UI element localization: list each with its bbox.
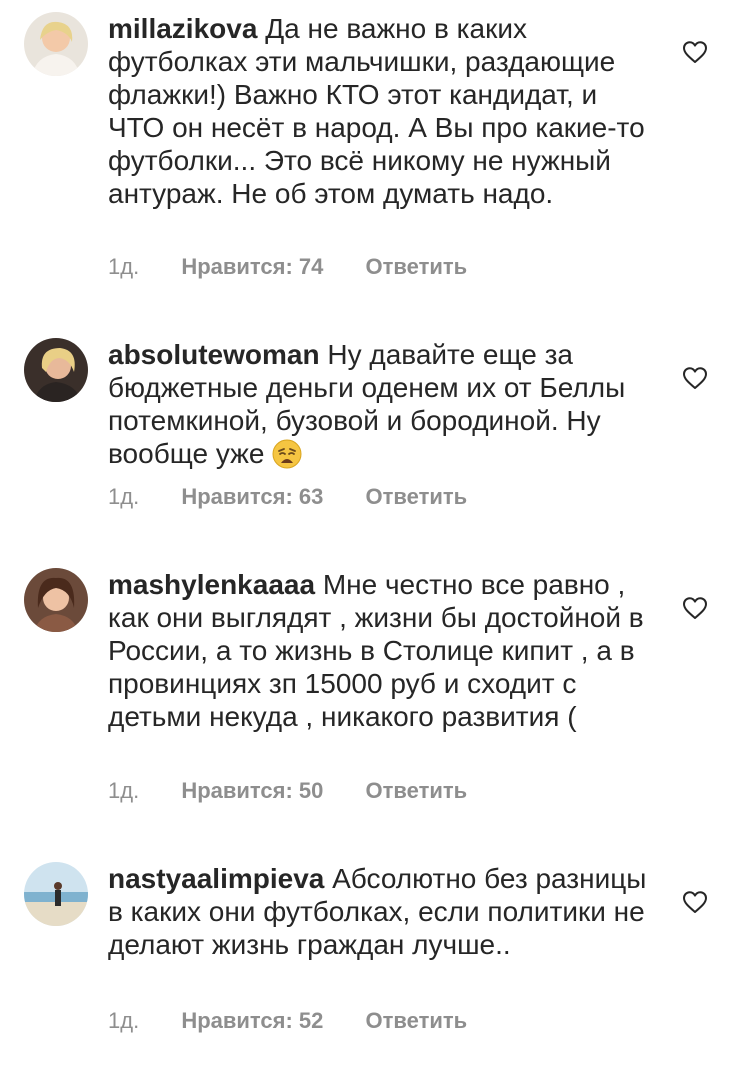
- comments-list: millazikova Да не важно в каких футболка…: [0, 0, 750, 1068]
- comment-likes[interactable]: Нравится: 63: [181, 484, 323, 510]
- reply-button[interactable]: Ответить: [366, 778, 468, 804]
- comment-body: absolutewoman Ну давайте еще за бюджетны…: [108, 338, 648, 470]
- heart-outline-icon[interactable]: [682, 596, 708, 620]
- comment-likes[interactable]: Нравится: 50: [181, 778, 323, 804]
- avatar[interactable]: [24, 338, 88, 402]
- comment-time[interactable]: 1д.: [108, 484, 139, 510]
- weary-face-emoji-icon: [272, 439, 302, 469]
- comment-body: nastyaalimpieva Абсолютно без разницы в …: [108, 862, 648, 961]
- comment-time[interactable]: 1д.: [108, 1008, 139, 1034]
- comment-likes[interactable]: Нравится: 74: [181, 254, 323, 280]
- comment-body: mashylenkaaaa Мне честно все равно , как…: [108, 568, 648, 733]
- avatar-image: [24, 862, 88, 926]
- comment-likes[interactable]: Нравится: 52: [181, 1008, 323, 1034]
- reply-button[interactable]: Ответить: [366, 1008, 468, 1034]
- avatar-image: [24, 338, 88, 402]
- heart-outline-icon[interactable]: [682, 366, 708, 390]
- comment-meta: 1д. Нравится: 52 Ответить: [108, 1008, 467, 1034]
- heart-outline-icon[interactable]: [682, 40, 708, 64]
- comment-username[interactable]: mashylenkaaaa: [108, 569, 315, 600]
- comment-username[interactable]: absolutewoman: [108, 339, 320, 370]
- heart-outline-icon[interactable]: [682, 890, 708, 914]
- avatar[interactable]: [24, 862, 88, 926]
- comment-time[interactable]: 1д.: [108, 778, 139, 804]
- avatar[interactable]: [24, 568, 88, 632]
- comment-time[interactable]: 1д.: [108, 254, 139, 280]
- comment-meta: 1д. Нравится: 63 Ответить: [108, 484, 467, 510]
- avatar-image: [24, 568, 88, 632]
- avatar[interactable]: [24, 12, 88, 76]
- comment-username[interactable]: millazikova: [108, 13, 257, 44]
- comment-username[interactable]: nastyaalimpieva: [108, 863, 324, 894]
- avatar-image: [24, 12, 88, 76]
- comment-body: millazikova Да не важно в каких футболка…: [108, 12, 648, 210]
- comment-meta: 1д. Нравится: 50 Ответить: [108, 778, 467, 804]
- comment-meta: 1д. Нравится: 74 Ответить: [108, 254, 467, 280]
- reply-button[interactable]: Ответить: [366, 254, 468, 280]
- reply-button[interactable]: Ответить: [366, 484, 468, 510]
